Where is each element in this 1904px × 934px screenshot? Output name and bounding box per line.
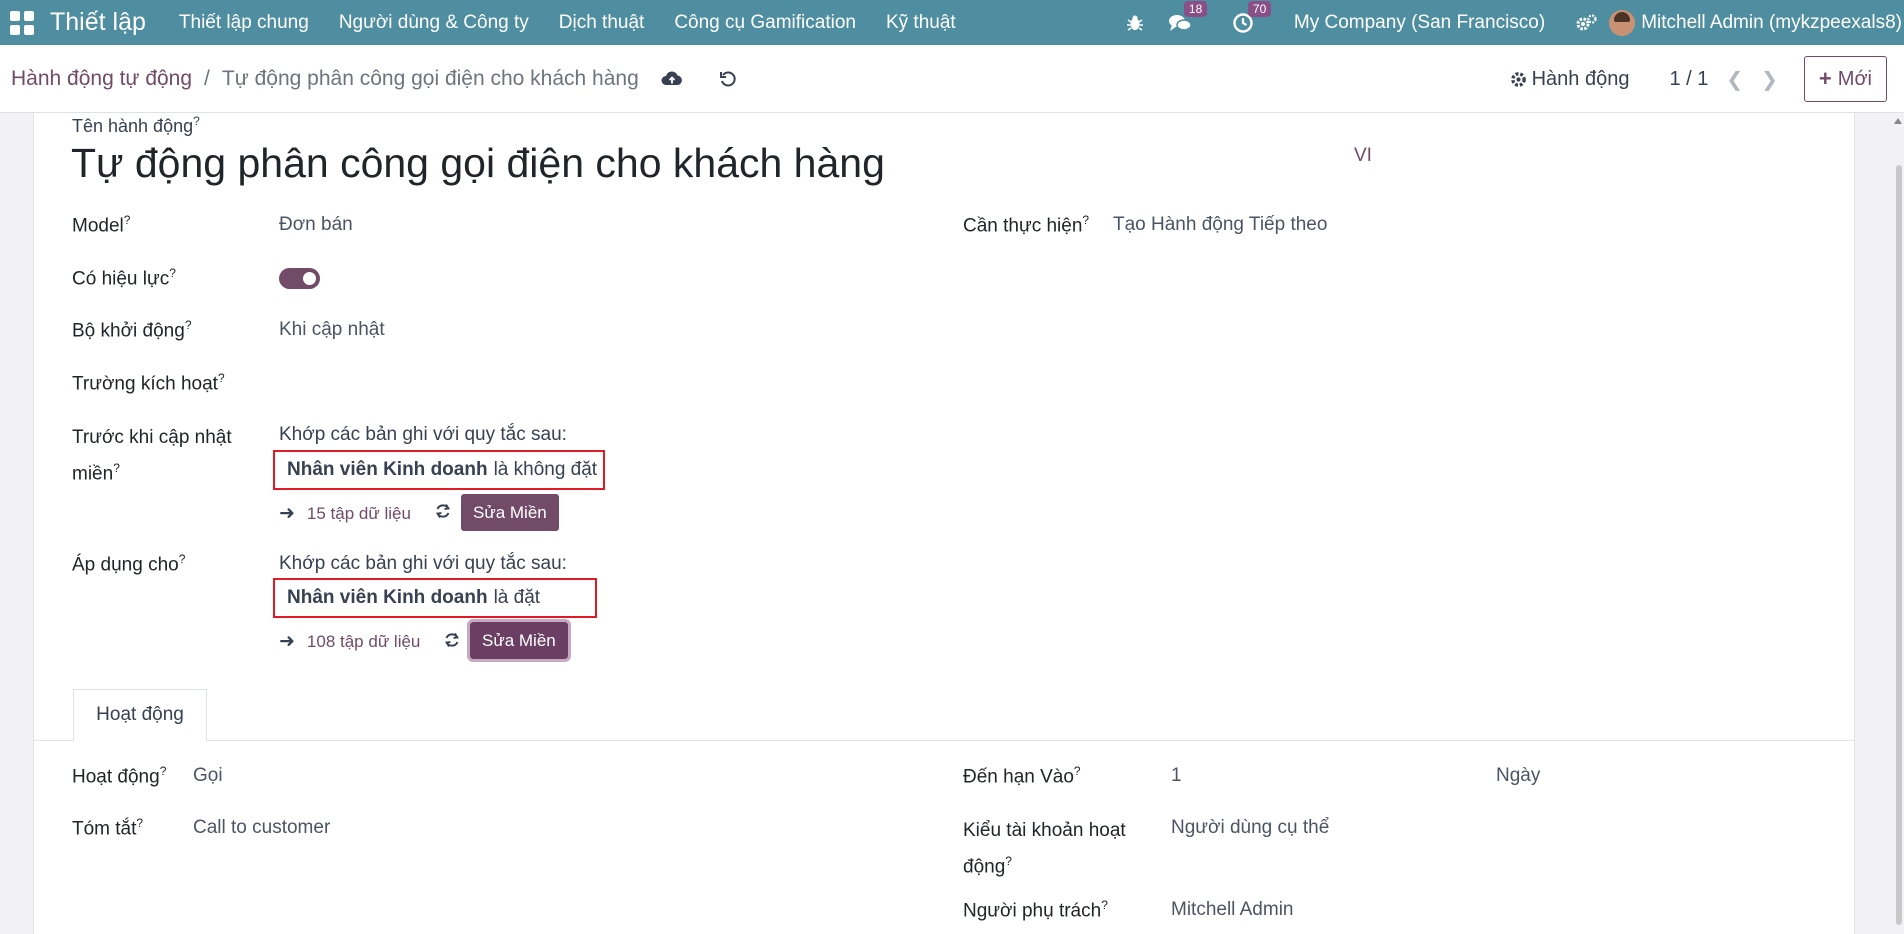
model-label: Model?	[72, 213, 131, 237]
menu-technical[interactable]: Kỹ thuật	[871, 12, 971, 34]
menu-translations[interactable]: Dịch thuật	[544, 12, 660, 34]
debug-bug-icon[interactable]	[1114, 0, 1156, 45]
apply-domain-intro: Khớp các bản ghi với quy tắc sau:	[279, 553, 567, 574]
pager-next-icon[interactable]: ❯	[1761, 67, 1778, 92]
model-value[interactable]: Đơn bán	[279, 214, 353, 236]
gear-icon	[1510, 71, 1526, 87]
company-switcher[interactable]: My Company (San Francisco)	[1276, 12, 1563, 34]
action-menu-label: Hành động	[1531, 67, 1630, 90]
activities-clock-icon[interactable]: 70	[1220, 0, 1272, 45]
due-date-label: Đến hạn Vào?	[963, 764, 1081, 788]
pager-value[interactable]: 1 / 1	[1669, 68, 1708, 91]
app-brand[interactable]: Thiết lập	[50, 8, 146, 37]
breadcrumb-parent-link[interactable]: Hành động tự động	[11, 67, 192, 91]
responsible-value[interactable]: Mitchell Admin	[1171, 899, 1294, 921]
apply-domain-rule[interactable]: Nhân viên Kinh doanh là đặt	[273, 578, 597, 618]
action-to-do-label: Cần thực hiện?	[963, 213, 1090, 237]
messages-badge: 18	[1183, 1, 1208, 17]
edit-apply-domain-button[interactable]: Sửa Miền	[467, 619, 571, 662]
menu-general-settings[interactable]: Thiết lập chung	[164, 12, 324, 34]
messages-chat-icon[interactable]: 18	[1156, 0, 1208, 45]
breadcrumb: Hành động tự động / Tự động phân công gọ…	[11, 67, 639, 91]
menu-users-companies[interactable]: Người dùng & Công ty	[324, 12, 544, 34]
active-label: Có hiệu lực?	[72, 266, 176, 290]
before-domain-rule[interactable]: Nhân viên Kinh doanh là không đặt	[273, 450, 605, 490]
new-record-label: Mới	[1837, 67, 1872, 90]
scrollbar-thumb[interactable]	[1896, 165, 1902, 925]
breadcrumb-separator: /	[204, 66, 210, 90]
apply-domain-operator: là đặt	[493, 587, 541, 608]
active-toggle[interactable]	[279, 268, 320, 289]
action-menu-button[interactable]: Hành động	[1510, 67, 1630, 91]
arrow-right-icon: ➜	[279, 631, 295, 652]
record-title[interactable]: Tự động phân công gọi điện cho khách hàn…	[71, 140, 885, 187]
apply-domain-field: Nhân viên Kinh doanh	[287, 587, 488, 608]
refresh-icon[interactable]	[434, 502, 452, 525]
menu-gamification-tools[interactable]: Công cụ Gamification	[659, 12, 871, 34]
user-avatar	[1609, 9, 1636, 36]
name-label: Tên hành động?	[72, 114, 200, 136]
user-type-value[interactable]: Người dùng cụ thể	[1171, 817, 1329, 839]
summary-label: Tóm tắt?	[72, 816, 144, 840]
scroll-up-arrow-icon[interactable]	[1894, 118, 1902, 124]
trigger-value[interactable]: Khi cập nhật	[279, 319, 385, 341]
save-cloud-icon[interactable]	[661, 70, 683, 88]
activity-type-value[interactable]: Gọi	[193, 765, 223, 787]
pager-previous-icon[interactable]: ❮	[1726, 67, 1743, 92]
tab-activity[interactable]: Hoạt động	[73, 689, 207, 741]
top-navbar: Thiết lập Thiết lập chung Người dùng & C…	[0, 0, 1904, 45]
apply-records-count: 108 tập dữ liệu	[306, 631, 421, 651]
tab-divider	[33, 740, 1855, 741]
user-type-label: Kiểu tài khoản hoạt động?	[963, 820, 1126, 878]
due-date-unit[interactable]: Ngày	[1496, 765, 1540, 787]
action-to-do-value[interactable]: Tạo Hành động Tiếp theo	[1113, 214, 1327, 236]
plus-icon: +	[1818, 66, 1832, 91]
before-records-count: 15 tập dữ liệu	[306, 503, 411, 523]
before-domain-field: Nhân viên Kinh doanh	[287, 459, 488, 480]
trigger-fields-label: Trường kích hoạt?	[72, 371, 225, 395]
due-date-value[interactable]: 1	[1171, 765, 1182, 787]
new-record-button[interactable]: + Mới	[1803, 56, 1887, 102]
before-records-link[interactable]: ➜ 15 tập dữ liệu	[279, 502, 411, 525]
breadcrumb-current: Tự động phân công gọi điện cho khách hàn…	[221, 66, 639, 90]
activity-type-label: Hoạt động?	[72, 764, 167, 788]
control-panel: Hành động tự động / Tự động phân công gọ…	[0, 45, 1904, 113]
before-domain-intro: Khớp các bản ghi với quy tắc sau:	[279, 424, 567, 445]
apply-records-link[interactable]: ➜ 108 tập dữ liệu	[279, 630, 420, 653]
user-menu[interactable]: Mitchell Admin (mykzpeexals8)	[1609, 9, 1904, 36]
before-domain-operator: là không đặt	[493, 459, 598, 480]
responsible-label: Người phụ trách?	[963, 898, 1108, 922]
edit-domain-button[interactable]: Sửa Miền	[461, 494, 559, 531]
apps-menu-icon[interactable]	[0, 0, 44, 45]
apply-on-label: Áp dụng cho?	[72, 552, 186, 576]
user-name: Mitchell Admin (mykzpeexals8)	[1641, 11, 1902, 33]
trigger-label: Bộ khởi động?	[72, 318, 192, 342]
language-toggle[interactable]: VI	[1354, 145, 1372, 167]
before-domain-label: Trước khi cập nhật miền?	[72, 427, 232, 485]
summary-value[interactable]: Call to customer	[193, 817, 330, 839]
arrow-right-icon: ➜	[279, 503, 295, 524]
discard-undo-icon[interactable]	[719, 70, 737, 88]
settings-gears-icon[interactable]	[1563, 0, 1609, 45]
refresh-icon[interactable]	[443, 631, 461, 654]
activities-badge: 70	[1247, 1, 1272, 17]
